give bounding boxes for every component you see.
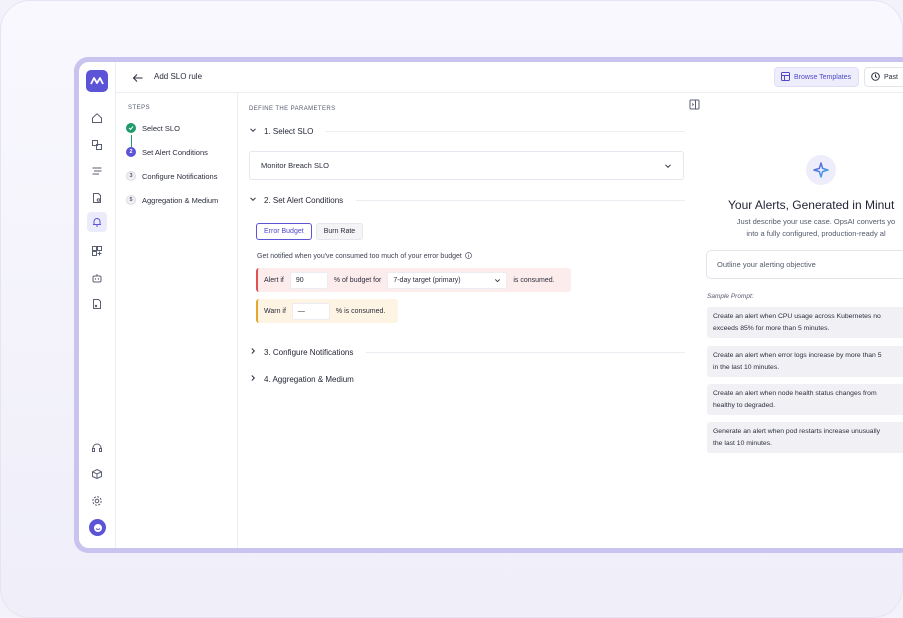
- prompt-line: in the last 10 minutes.: [713, 364, 780, 371]
- step-label: Set Alert Conditions: [142, 147, 208, 157]
- notify-description: Get notified when you've consumed too mu…: [257, 252, 472, 261]
- target-select[interactable]: 7-day target (primary): [387, 271, 508, 289]
- slo-select-value: Monitor Breach SLO: [261, 161, 329, 170]
- step-configure-notifications[interactable]: 3 Configure Notifications: [126, 171, 217, 181]
- dashboards-icon[interactable]: [90, 244, 104, 258]
- infrastructure-icon[interactable]: [90, 138, 104, 152]
- prompt-line: healthy to degraded.: [713, 402, 775, 409]
- top-bar: Add SLO rule Browse Templates Past: [116, 62, 903, 93]
- section-aggregation-medium[interactable]: 4. Aggregation & Medium: [249, 372, 685, 386]
- step-aggregation-medium[interactable]: 5 Aggregation & Medium: [126, 195, 218, 205]
- section-title: 2. Set Alert Conditions: [264, 195, 344, 205]
- step-set-alert-conditions[interactable]: 2 Set Alert Conditions: [126, 147, 208, 157]
- chevron-right-icon: [249, 347, 257, 357]
- past-label: Past: [884, 73, 899, 81]
- steps-heading: STEPS: [128, 105, 151, 111]
- steps-panel: STEPS Select SLO 2 Set Alert Conditions …: [116, 93, 238, 548]
- warn-threshold-input[interactable]: —: [291, 302, 330, 320]
- prompt-line: Create an alert when CPU usage across Ku…: [713, 313, 881, 320]
- step-label: Aggregation & Medium: [142, 195, 219, 205]
- alerts-icon[interactable]: [87, 212, 107, 232]
- prompt-line: the last 10 minutes.: [713, 440, 772, 447]
- tab-burn-rate[interactable]: Burn Rate: [315, 223, 364, 240]
- security-icon[interactable]: [90, 297, 104, 311]
- gear-icon[interactable]: [90, 494, 104, 508]
- sample-prompt[interactable]: Create an alert when error logs increase…: [707, 346, 903, 377]
- slo-select[interactable]: Monitor Breach SLO: [249, 151, 684, 180]
- sample-prompt[interactable]: Create an alert when CPU usage across Ku…: [707, 307, 903, 338]
- page-title: Add SLO rule: [154, 72, 203, 81]
- browse-templates-button[interactable]: Browse Templates: [774, 67, 859, 87]
- step-label: Select SLO: [142, 123, 180, 133]
- reports-icon[interactable]: [90, 191, 104, 205]
- arrow-left-icon[interactable]: [132, 71, 144, 89]
- ai-description-line: Just describe your use case. OpsAI conve…: [736, 217, 896, 226]
- warn-threshold-row: Warn if — % is consumed.: [256, 299, 398, 323]
- ai-prompt-input[interactable]: Outline your alerting objective: [706, 250, 903, 279]
- step-number: 5: [126, 195, 136, 205]
- chevron-right-icon: [249, 374, 257, 384]
- ai-panel: Your Alerts, Generated in Minut Just des…: [688, 93, 903, 548]
- app-logo[interactable]: [86, 70, 108, 92]
- support-icon[interactable]: [90, 441, 104, 455]
- chevron-down-icon: [249, 126, 257, 136]
- prompt-line: Create an alert when error logs increase…: [713, 352, 882, 359]
- warn-consumed-label: % is consumed.: [335, 307, 386, 315]
- form-panel: DEFINE THE PARAMETERS 1. Select SLO Moni…: [238, 93, 688, 548]
- browse-templates-label: Browse Templates: [794, 73, 852, 81]
- robot-icon[interactable]: [90, 271, 104, 285]
- info-icon[interactable]: [464, 252, 472, 261]
- prompt-line: Create an alert when node health status …: [713, 390, 877, 397]
- sparkle-icon: [806, 155, 836, 185]
- form-heading: DEFINE THE PARAMETERS: [249, 106, 336, 112]
- avatar[interactable]: [89, 519, 106, 536]
- step-number: 3: [126, 171, 136, 181]
- divider: [356, 199, 685, 201]
- section-title: 4. Aggregation & Medium: [264, 374, 354, 384]
- divider: [326, 130, 685, 132]
- sample-prompt-label: Sample Prompt:: [707, 293, 754, 300]
- notify-text: Get notified when you've consumed too mu…: [257, 253, 462, 260]
- step-label: Configure Notifications: [142, 171, 218, 181]
- budget-for-label: % of budget for: [333, 276, 382, 284]
- divider: [366, 351, 685, 353]
- budget-mode-toggle: Error Budget Burn Rate: [256, 223, 364, 240]
- alert-threshold-row: Alert if 90 % of budget for 7-day target…: [256, 268, 571, 292]
- nav-rail: [79, 62, 116, 548]
- sample-prompt[interactable]: Generate an alert when pod restarts incr…: [707, 422, 903, 453]
- warn-if-label: Warn if: [264, 307, 286, 315]
- section-select-slo[interactable]: 1. Select SLO: [249, 124, 685, 138]
- past-button[interactable]: Past: [864, 67, 903, 87]
- step-select-slo[interactable]: Select SLO: [126, 123, 180, 133]
- target-select-value: 7-day target (primary): [393, 276, 461, 284]
- app-window: Add SLO rule Browse Templates Past STEPS…: [79, 62, 903, 548]
- package-icon[interactable]: [90, 467, 104, 481]
- section-title: 1. Select SLO: [264, 126, 314, 136]
- section-set-alert-conditions[interactable]: 2. Set Alert Conditions: [249, 193, 685, 207]
- alert-if-label: Alert if: [264, 276, 284, 284]
- ai-description-line: into a fully configured, production-read…: [746, 229, 886, 238]
- template-icon: [781, 71, 790, 83]
- section-configure-notifications[interactable]: 3. Configure Notifications: [249, 345, 685, 359]
- section-title: 3. Configure Notifications: [264, 347, 354, 357]
- clock-icon: [871, 71, 880, 83]
- sample-prompt[interactable]: Create an alert when node health status …: [707, 384, 903, 415]
- home-icon[interactable]: [90, 111, 104, 125]
- prompt-line: exceeds 85% for more than 5 minutes.: [713, 325, 830, 332]
- prompt-line: Generate an alert when pod restarts incr…: [713, 428, 880, 435]
- ai-description: Just describe your use case. OpsAI conve…: [711, 216, 903, 240]
- consumed-label: is consumed.: [513, 276, 555, 284]
- chevron-down-icon: [664, 162, 672, 172]
- tab-error-budget[interactable]: Error Budget: [256, 223, 312, 240]
- chevron-down-icon: [494, 277, 501, 286]
- sidebar-toggle-icon[interactable]: [689, 97, 700, 115]
- alert-threshold-input[interactable]: 90: [289, 271, 328, 289]
- alert-conditions-body: Error Budget Burn Rate Get notified when…: [249, 214, 685, 329]
- check-icon: [126, 123, 136, 133]
- step-number: 2: [126, 147, 136, 157]
- logs-icon[interactable]: [90, 164, 104, 178]
- chevron-down-icon: [249, 195, 257, 205]
- ai-title: Your Alerts, Generated in Minut: [728, 198, 895, 212]
